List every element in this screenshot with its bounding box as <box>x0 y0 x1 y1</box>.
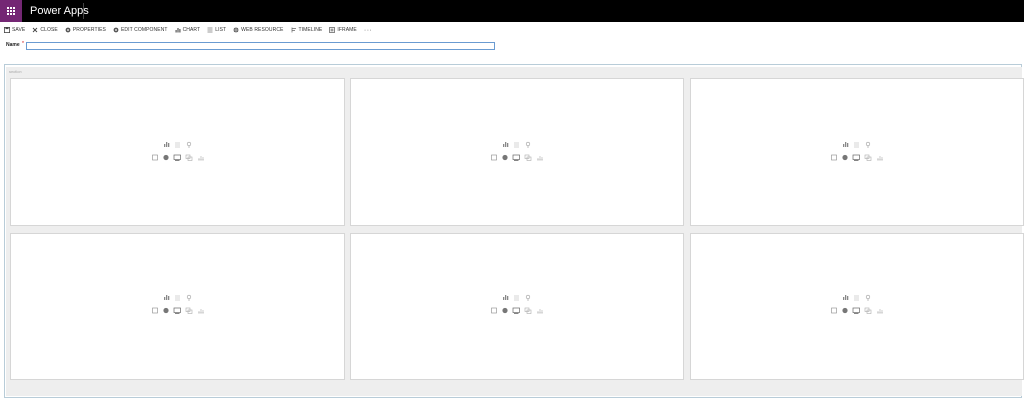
command-bar: SAVE CLOSE PROPERTIES EDIT COMPONENT CHA… <box>4 25 372 35</box>
gear-icon <box>113 27 119 33</box>
save-label: SAVE <box>12 27 26 33</box>
list-icon <box>207 27 213 33</box>
web-resource-button[interactable]: WEB RESOURCE <box>233 27 283 33</box>
name-input[interactable] <box>26 42 495 50</box>
iframe-label: IFRAME <box>337 27 357 33</box>
add-component-icons[interactable] <box>831 141 887 162</box>
globe-icon <box>233 27 239 33</box>
close-button[interactable]: CLOSE <box>32 27 58 33</box>
list-label: LIST <box>215 27 227 33</box>
add-component-icons[interactable] <box>152 141 208 162</box>
properties-button[interactable]: PROPERTIES <box>65 27 106 33</box>
app-header: Power Apps <box>0 0 1024 22</box>
add-component-icons[interactable] <box>491 294 547 315</box>
properties-label: PROPERTIES <box>72 27 106 33</box>
save-button[interactable]: SAVE <box>4 27 25 33</box>
timeline-label: TIMELINE <box>298 27 323 33</box>
component-placeholder-icon <box>491 141 543 161</box>
timeline-button[interactable]: TIMELINE <box>291 27 323 33</box>
timeline-icon <box>291 27 296 33</box>
iframe-icon <box>329 27 336 33</box>
header-divider <box>83 3 84 19</box>
waffle-icon <box>7 7 15 15</box>
list-button[interactable]: LIST <box>207 27 226 33</box>
app-launcher-button[interactable] <box>0 0 22 22</box>
add-component-icons[interactable] <box>491 141 547 162</box>
close-label: CLOSE <box>40 27 58 33</box>
save-icon <box>4 27 10 33</box>
section-label: section <box>9 69 22 74</box>
component-placeholder-icon <box>831 294 883 314</box>
chart-icon <box>175 28 181 33</box>
required-marker: * <box>22 41 24 47</box>
add-component-icons[interactable] <box>152 294 208 315</box>
iframe-button[interactable]: IFRAME <box>329 27 357 33</box>
component-placeholder-icon <box>831 141 883 161</box>
close-icon <box>33 27 38 33</box>
add-component-icons[interactable] <box>831 294 887 315</box>
name-label: Name <box>6 42 20 48</box>
chart-label: CHART <box>182 27 201 33</box>
more-commands-button[interactable]: ··· <box>364 27 373 34</box>
web-resource-label: WEB RESOURCE <box>241 27 284 33</box>
component-placeholder-icon <box>491 294 543 314</box>
edit-component-button[interactable]: EDIT COMPONENT <box>113 27 168 33</box>
edit-component-label: EDIT COMPONENT <box>120 27 168 33</box>
app-title: Power Apps <box>30 5 89 17</box>
component-placeholder-icon <box>152 141 204 161</box>
component-placeholder-icon <box>152 294 204 314</box>
gear-icon <box>65 27 71 33</box>
chart-button[interactable]: CHART <box>175 27 201 33</box>
